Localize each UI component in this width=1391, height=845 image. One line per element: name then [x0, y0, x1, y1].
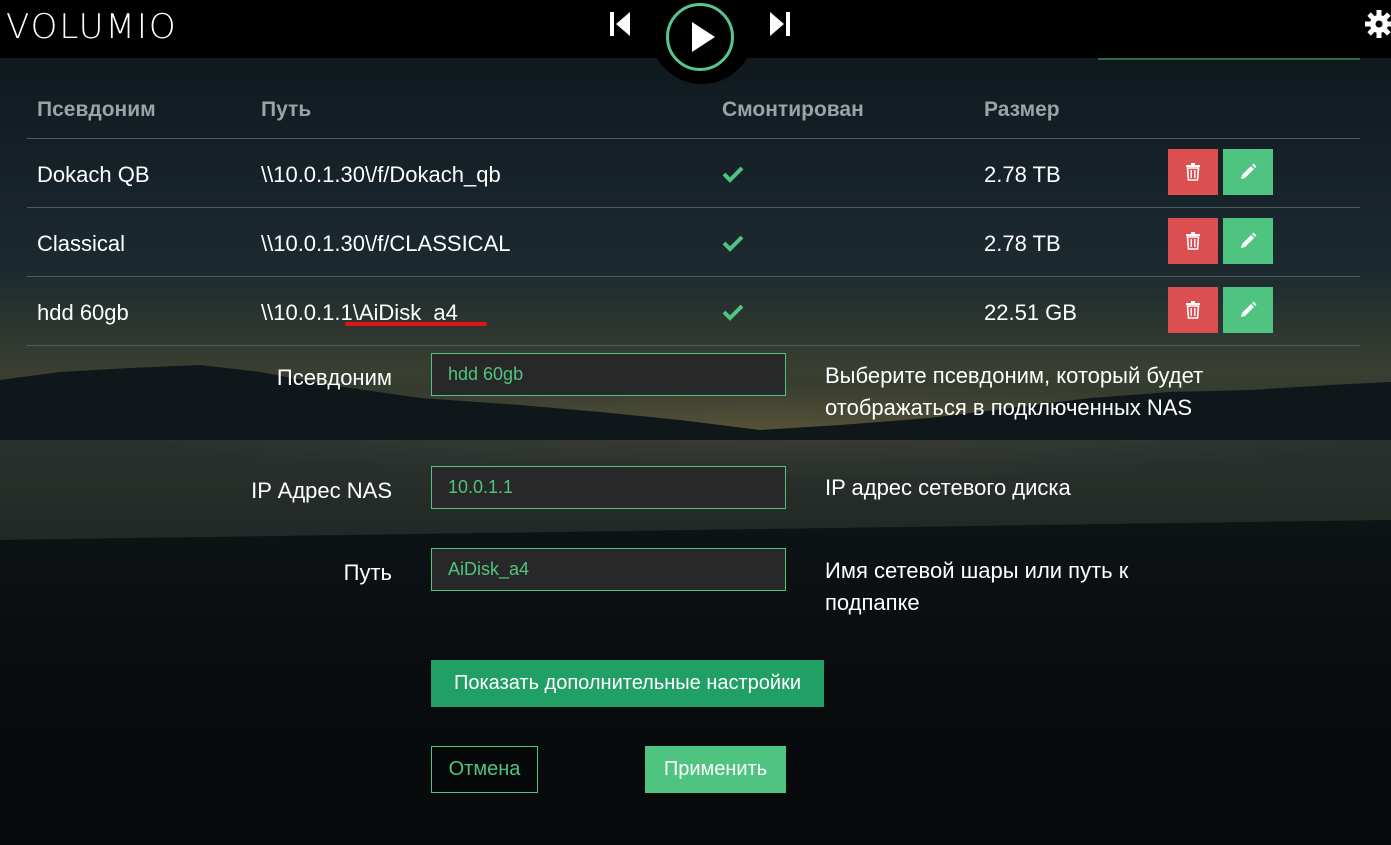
ip-address-input[interactable]: 10.0.1.1 [431, 466, 786, 509]
header-alias: Псевдоним [37, 98, 156, 121]
checkmark-icon [722, 304, 744, 321]
pencil-icon [1241, 301, 1257, 317]
top-bar: VOLUMIO [0, 0, 1391, 84]
row-alias: Dokach QB [37, 162, 150, 187]
path-input[interactable]: AiDisk_a4 [431, 548, 786, 591]
header-size: Размер [984, 98, 1060, 121]
skip-next-icon[interactable] [768, 10, 790, 38]
mounted-nas-table: Псевдоним Путь Смонтирован Размер Dokach… [27, 80, 1360, 346]
red-underline-annotation [345, 322, 487, 326]
ip-address-label: IP Адрес NAS [251, 478, 392, 503]
row-path: \\10.0.1.30\/f/Dokach_qb [261, 162, 501, 187]
cancel-button[interactable]: Отмена [431, 746, 538, 793]
pencil-icon [1241, 232, 1257, 248]
row-alias: hdd 60gb [37, 300, 129, 325]
show-advanced-settings-button[interactable]: Показать дополнительные настройки [431, 660, 824, 707]
play-icon[interactable] [666, 3, 734, 71]
path-help-text: Имя сетевой шары или путь к подпапке [825, 558, 1129, 615]
header-divider [1098, 58, 1360, 60]
pencil-icon [1241, 163, 1257, 179]
checkmark-icon [722, 166, 744, 183]
alias-input[interactable]: hdd 60gb [431, 353, 786, 396]
row-size: 22.51 GB [984, 300, 1077, 325]
row-size: 2.78 TB [984, 162, 1061, 187]
trash-icon [1186, 163, 1200, 181]
row-size: 2.78 TB [984, 231, 1061, 256]
header-path: Путь [261, 98, 312, 121]
trash-icon [1186, 232, 1200, 250]
skip-previous-icon[interactable] [610, 10, 632, 38]
edit-button[interactable] [1223, 287, 1273, 333]
alias-help-text: Выберите псевдоним, который будет отобра… [825, 363, 1204, 420]
volumio-logo[interactable]: VOLUMIO [6, 8, 178, 46]
edit-button[interactable] [1223, 218, 1273, 264]
trash-icon [1186, 301, 1200, 319]
edit-button[interactable] [1223, 149, 1273, 195]
delete-button[interactable] [1168, 218, 1218, 264]
delete-button[interactable] [1168, 149, 1218, 195]
ip-address-help-text: IP адрес сетевого диска [825, 475, 1071, 500]
table-row: Classical \\10.0.1.30\/f/CLASSICAL 2.78 … [27, 208, 1360, 277]
row-path: \\10.0.1.30\/f/CLASSICAL [261, 231, 511, 256]
checkmark-icon [722, 235, 744, 252]
table-row: hdd 60gb \\10.0.1.1\AiDisk_a4 22.51 GB [27, 277, 1360, 346]
delete-button[interactable] [1168, 287, 1218, 333]
apply-button[interactable]: Применить [645, 746, 786, 793]
gear-icon[interactable] [1363, 8, 1391, 40]
alias-label: Псевдоним [276, 365, 392, 390]
table-header: Псевдоним Путь Смонтирован Размер [27, 80, 1360, 139]
table-row: Dokach QB \\10.0.1.30\/f/Dokach_qb 2.78 … [27, 139, 1360, 208]
path-label: Путь [343, 560, 392, 585]
header-mounted: Смонтирован [722, 98, 864, 121]
row-alias: Classical [37, 231, 126, 256]
